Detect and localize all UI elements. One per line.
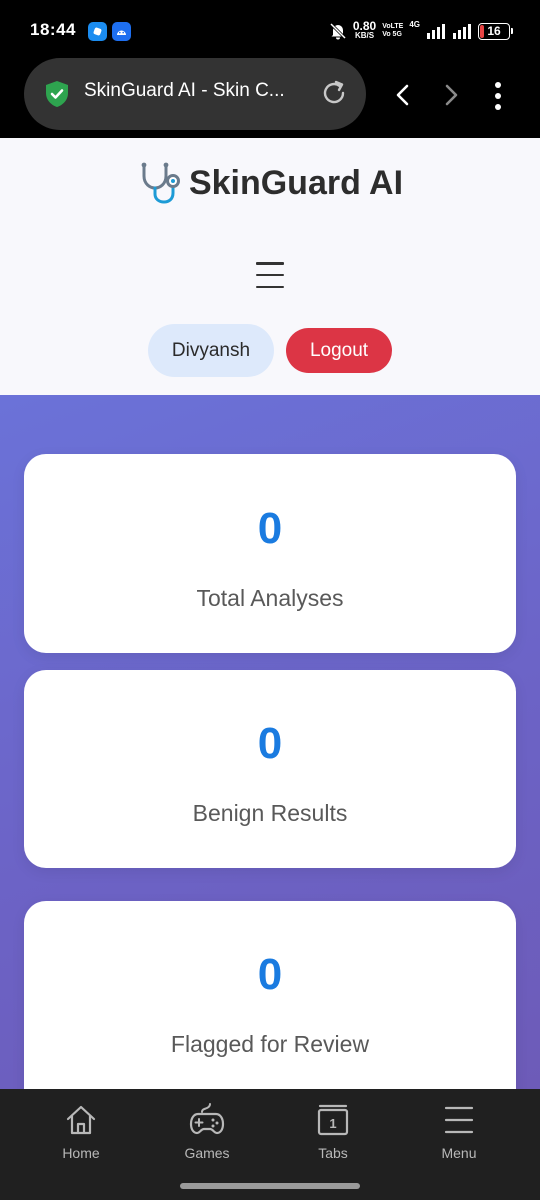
android-notification-icon [112,22,131,41]
signal-icon-2 [453,24,471,39]
stat-card-benign-results: 0 Benign Results [24,670,516,868]
nav-label: Tabs [318,1145,348,1161]
gamepad-icon [189,1103,225,1135]
browser-bottom-nav: Home Games 1 Tabs Menu [0,1089,540,1200]
status-indicators: 0.80 KB/S VoLTE Vo 5G 4G 16 [329,18,513,44]
hamburger-menu-icon[interactable] [256,262,284,288]
battery-fill [480,24,484,38]
stat-value: 0 [257,950,283,999]
dashboard-stats: 0 Total Analyses 0 Benign Results 0 Flag… [0,395,540,1089]
back-icon[interactable] [390,80,416,110]
status-bar: 18:44 0.80 KB/S VoLTE Vo 5G 4G 16 [0,0,540,62]
brand-title: SkinGuard AI [188,163,404,202]
shield-check-icon [46,81,68,107]
stat-card-flagged-for-review: 0 Flagged for Review [24,901,516,1089]
network-speed: 0.80 KB/S [352,19,377,40]
signal-icon [427,24,445,39]
browser-toolbar: SkinGuard AI - Skin C... [0,58,540,138]
logout-button[interactable]: Logout [286,328,392,373]
address-bar[interactable]: SkinGuard AI - Skin C... [24,58,366,130]
tab-title: SkinGuard AI - Skin C... [84,80,285,101]
nav-home[interactable]: Home [26,1103,136,1161]
page-header: SkinGuard AI Divyansh Logout [0,138,540,395]
stat-value: 0 [257,719,283,768]
nav-label: Games [184,1145,230,1161]
gesture-home-indicator[interactable] [180,1183,360,1189]
mute-bell-icon [329,22,346,40]
status-time: 18:44 [30,20,76,39]
more-options-icon[interactable] [487,80,509,112]
home-icon [66,1105,96,1135]
nav-tabs[interactable]: 1 Tabs [278,1103,388,1161]
nav-label: Home [62,1145,100,1161]
reload-icon[interactable] [319,78,349,108]
nav-games[interactable]: Games [152,1103,262,1161]
stethoscope-icon [141,162,180,204]
tabs-icon: 1 [317,1104,349,1136]
forward-icon[interactable] [438,80,464,110]
stat-card-total-analyses: 0 Total Analyses [24,454,516,653]
network-type: 4G [409,20,420,29]
battery-level: 16 [487,24,501,38]
notification-app-icon [88,22,107,41]
stat-label: Flagged for Review [170,1031,370,1057]
stat-label: Benign Results [192,800,348,826]
user-name-chip[interactable]: Divyansh [148,324,274,377]
tab-count: 1 [329,1116,336,1131]
nav-menu[interactable]: Menu [404,1103,514,1161]
nav-label: Menu [441,1145,477,1161]
battery-icon: 16 [478,22,513,40]
menu-icon [444,1106,474,1134]
brand: SkinGuard AI [0,162,540,204]
stat-value: 0 [257,504,283,553]
stat-label: Total Analyses [196,585,344,611]
volte-indicator: VoLTE Vo 5G [382,23,404,38]
